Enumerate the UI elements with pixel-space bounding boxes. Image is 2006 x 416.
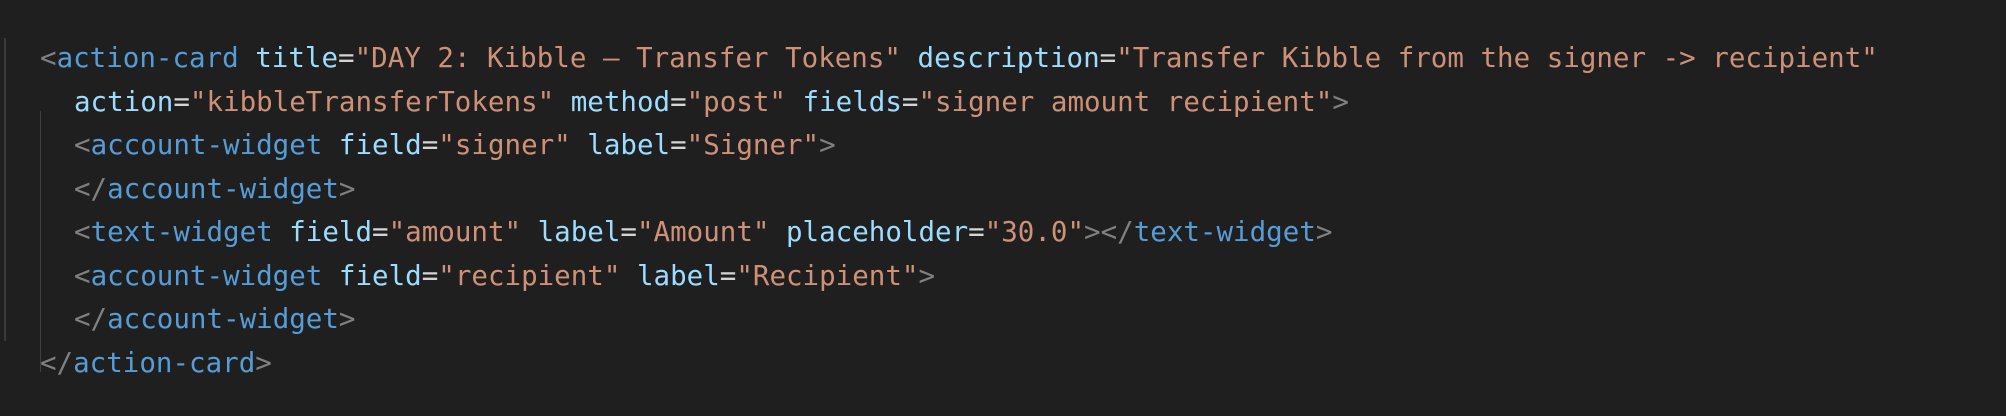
code-line[interactable]: <action-card title="DAY 2: Kibble – Tran… [40,37,1878,81]
attribute-name-token: description [917,42,1100,74]
code-line[interactable]: <account-widget field="signer" label="Si… [40,124,1878,198]
string-token: "DAY 2: Kibble – Transfer Tokens" [354,42,901,74]
string-token: "post" [686,85,786,118]
tag-name-token: action-card [73,346,256,379]
string-token: "Signer" [686,129,820,161]
equals-token: = [670,129,687,161]
string-token: "Recipient" [736,259,919,292]
equals-token: = [372,216,389,248]
punctuation-token: > [918,259,936,292]
tag-name-token: text-widget [1133,216,1316,248]
equals-token: = [719,259,737,292]
string-token: "Amount" [636,216,770,248]
folding-guide [4,38,6,341]
equals-token: = [968,216,985,248]
string-token: "kibbleTransferTokens" [189,85,555,118]
code-line[interactable]: </account-widget> [40,298,1878,372]
equals-token: = [421,259,439,292]
attribute-name-token: title [255,42,339,74]
punctuation-token: </ [74,172,108,205]
equals-token: = [620,216,637,248]
code-line[interactable]: <text-widget field="amount" label="Amoun… [40,211,1878,285]
equals-token: = [173,85,190,118]
code-editor[interactable]: <action-card title="DAY 2: Kibble – Tran… [0,0,2006,416]
equals-token: = [1099,42,1117,74]
tag-name-token: action-card [56,42,239,74]
punctuation-token: < [40,42,57,74]
code-line[interactable]: <account-widget field="recipient" label=… [40,255,1878,328]
punctuation-token: < [74,216,91,248]
punctuation-token: > [338,172,356,205]
tag-name-token: account-widget [90,129,323,161]
punctuation-token: </ [40,346,74,379]
attribute-name-token: label [587,129,671,161]
string-token: "Transfer Kibble from the signer -> reci… [1116,42,1878,74]
code-content[interactable]: <action-card title="DAY 2: Kibble – Tran… [40,37,1878,385]
string-token: "amount" [388,216,522,248]
punctuation-token: < [74,129,91,161]
attribute-name-token: method [570,85,671,118]
attribute-name-token: field [338,129,422,161]
punctuation-token: ></ [1084,216,1134,248]
attribute-name-token: action [74,85,174,118]
attribute-name-token: label [537,216,621,248]
tag-name-token: account-widget [107,303,339,335]
punctuation-token: > [338,303,356,335]
punctuation-token: > [255,346,272,379]
equals-token: = [421,129,439,161]
attribute-name-token: field [289,216,373,248]
string-token: "signer amount recipient" [918,85,1333,118]
punctuation-token: > [1332,85,1349,118]
equals-token: = [901,85,919,118]
string-token: "recipient" [438,259,621,292]
attribute-name-token: placeholder [786,216,969,248]
punctuation-token: > [1315,216,1333,248]
punctuation-token: </ [74,303,108,335]
punctuation-token: < [74,259,91,292]
code-line[interactable]: </account-widget> [40,168,1878,241]
attribute-name-token: fields [802,85,902,118]
attribute-name-token: label [636,259,720,292]
tag-name-token: text-widget [90,216,273,248]
equals-token: = [670,85,687,118]
equals-token: = [338,42,355,74]
tag-name-token: account-widget [90,259,323,292]
string-token: "signer" [438,129,571,161]
attribute-name-token: field [338,259,422,292]
code-line[interactable]: </action-card> [40,342,1878,386]
code-line[interactable]: action="kibbleTransferTokens" method="po… [40,81,1878,154]
tag-name-token: account-widget [107,172,339,205]
string-token: "30.0" [984,216,1085,248]
punctuation-token: > [819,129,836,161]
